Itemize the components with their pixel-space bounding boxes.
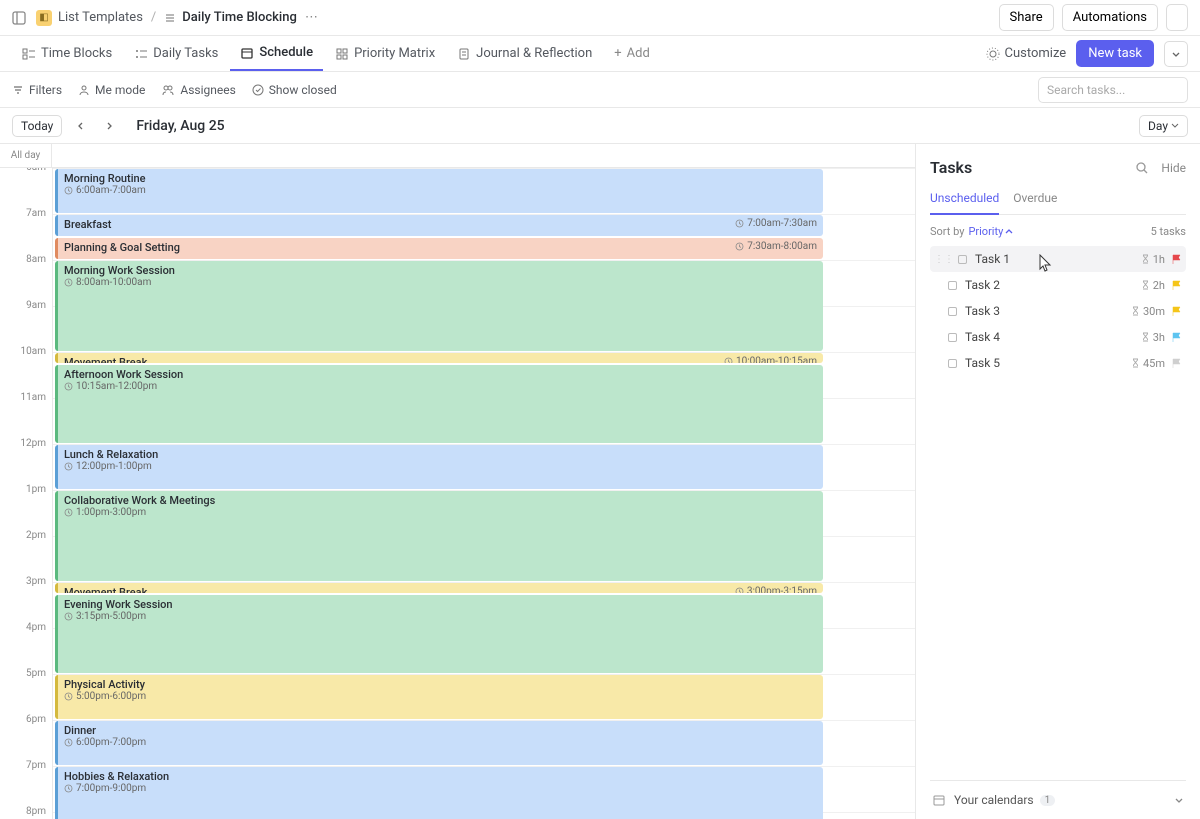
allday-drop[interactable]	[52, 144, 915, 167]
task-row[interactable]: Task 545m	[930, 350, 1186, 376]
hour-label: 7pm	[26, 760, 46, 771]
folder-icon: ◧	[36, 10, 52, 26]
task-row[interactable]: Task 43h	[930, 324, 1186, 350]
calendar-count-badge: 1	[1040, 795, 1056, 806]
calendar-event[interactable]: Lunch & Relaxation12:00pm-1:00pm	[55, 445, 823, 489]
calendar-event[interactable]: Dinner6:00pm-7:00pm	[55, 721, 823, 765]
task-status-box[interactable]	[958, 255, 967, 264]
assignees-button[interactable]: Assignees	[161, 83, 235, 97]
hour-label: 3pm	[26, 576, 46, 587]
topbar: ◧ List Templates / Daily Time Blocking ⋯…	[0, 0, 1200, 36]
hour-label: 9am	[26, 300, 46, 311]
tab-time-blocks[interactable]: Time Blocks	[12, 36, 122, 71]
show-closed-button[interactable]: Show closed	[252, 83, 337, 97]
next-day-button[interactable]	[100, 121, 118, 131]
calendar-grid[interactable]: 6am 7am 8am 9am 10am 11am 12pm 1pm 2pm 3pm 4pm 5pm 6…	[0, 168, 915, 819]
view-tabs: Time Blocks Daily Tasks Schedule Priorit…	[0, 36, 1200, 72]
sort-button[interactable]: Priority	[968, 225, 1013, 238]
share-button[interactable]: Share	[999, 4, 1054, 31]
hour-label: 1pm	[26, 484, 46, 495]
hour-label: 4pm	[26, 622, 46, 633]
priority-flag-icon	[1171, 306, 1182, 317]
filter-bar: Filters Me mode Assignees Show closed Se…	[0, 72, 1200, 108]
search-icon[interactable]	[1135, 161, 1149, 175]
hour-label: 5pm	[26, 668, 46, 679]
priority-flag-icon	[1171, 358, 1182, 369]
main-content: All day 6am 7am 8am 9am 10am 11am 12pm 1pm 2pm 3p…	[0, 144, 1200, 819]
breadcrumb-sep: /	[151, 10, 156, 25]
calendar-event[interactable]: Hobbies & Relaxation7:00pm-9:00pm	[55, 767, 823, 819]
chevron-down-icon[interactable]	[1174, 795, 1184, 805]
hour-label: 2pm	[26, 530, 46, 541]
filters-button[interactable]: Filters	[12, 83, 62, 97]
hour-label: 6pm	[26, 714, 46, 725]
calendar-event[interactable]: Breakfast7:00am-7:30am	[55, 215, 823, 236]
calendar-event[interactable]: Morning Routine6:00am-7:00am	[55, 169, 823, 213]
add-view-button[interactable]: +Add	[604, 36, 660, 71]
view-selector[interactable]: Day	[1139, 115, 1188, 137]
drag-handle-icon[interactable]: ⋮⋮	[934, 254, 954, 265]
tab-schedule[interactable]: Schedule	[230, 36, 323, 71]
new-task-caret[interactable]	[1164, 41, 1188, 67]
task-count: 5 tasks	[1151, 225, 1186, 238]
customize-button[interactable]: Customize	[986, 46, 1067, 61]
hour-label: 6am	[26, 168, 46, 173]
more-icon[interactable]: ⋯	[305, 10, 318, 25]
calendar-event[interactable]: Movement Break3:00pm-3:15pm	[55, 583, 823, 593]
automations-button[interactable]: Automations	[1062, 4, 1158, 31]
calendar-event[interactable]: Evening Work Session3:15pm-5:00pm	[55, 595, 823, 674]
today-button[interactable]: Today	[12, 115, 62, 137]
hour-label: 10am	[21, 346, 46, 357]
allday-label: All day	[0, 144, 52, 167]
hide-panel-button[interactable]: Hide	[1161, 161, 1186, 175]
calendar-event[interactable]: Morning Work Session8:00am-10:00am	[55, 261, 823, 351]
search-input[interactable]: Search tasks...	[1038, 77, 1188, 103]
hour-label: 8am	[26, 254, 46, 265]
priority-flag-icon	[1171, 280, 1182, 291]
panel-toggle-icon[interactable]	[12, 11, 26, 25]
prev-day-button[interactable]	[72, 121, 90, 131]
task-row[interactable]: Task 330m	[930, 298, 1186, 324]
new-task-button[interactable]: New task	[1076, 40, 1154, 67]
hour-label: 12pm	[20, 438, 46, 449]
calendar-event[interactable]: Planning & Goal Setting7:30am-8:00am	[55, 238, 823, 259]
sort-label: Sort by	[930, 225, 964, 238]
tab-daily-tasks[interactable]: Daily Tasks	[124, 36, 228, 71]
task-row[interactable]: Task 22h	[930, 272, 1186, 298]
topbar-caret[interactable]	[1166, 4, 1188, 31]
task-row[interactable]: ⋮⋮Task 11h	[930, 246, 1186, 272]
priority-flag-icon	[1171, 332, 1182, 343]
tab-unscheduled[interactable]: Unscheduled	[930, 191, 999, 215]
calendar-event[interactable]: Physical Activity5:00pm-6:00pm	[55, 675, 823, 719]
tasks-panel: Tasks Hide Unscheduled Overdue Sort by P…	[916, 144, 1200, 819]
hour-label: 11am	[21, 392, 46, 403]
task-status-box[interactable]	[948, 281, 957, 290]
calendar-event[interactable]: Movement Break10:00am-10:15am	[55, 353, 823, 363]
breadcrumb-parent[interactable]: List Templates	[58, 10, 143, 25]
date-bar: Today Friday, Aug 25 Day	[0, 108, 1200, 144]
task-status-box[interactable]	[948, 307, 957, 316]
hour-label: 8pm	[26, 806, 46, 817]
hour-label: 7am	[26, 208, 46, 219]
me-mode-button[interactable]: Me mode	[78, 83, 145, 97]
calendar-event[interactable]: Collaborative Work & Meetings1:00pm-3:00…	[55, 491, 823, 581]
page-title[interactable]: Daily Time Blocking	[182, 10, 297, 25]
list-icon	[164, 12, 176, 24]
tab-priority-matrix[interactable]: Priority Matrix	[325, 36, 445, 71]
tab-overdue[interactable]: Overdue	[1013, 191, 1057, 214]
task-status-box[interactable]	[948, 333, 957, 342]
calendar-event[interactable]: Afternoon Work Session10:15am-12:00pm	[55, 365, 823, 444]
task-status-box[interactable]	[948, 359, 957, 368]
allday-row: All day	[0, 144, 915, 168]
your-calendars[interactable]: Your calendars 1	[930, 780, 1186, 819]
priority-flag-icon	[1171, 254, 1182, 265]
current-date: Friday, Aug 25	[136, 118, 224, 134]
tab-journal[interactable]: Journal & Reflection	[447, 36, 602, 71]
tasks-title: Tasks	[930, 158, 972, 177]
calendar-column: All day 6am 7am 8am 9am 10am 11am 12pm 1pm 2pm 3p…	[0, 144, 916, 819]
